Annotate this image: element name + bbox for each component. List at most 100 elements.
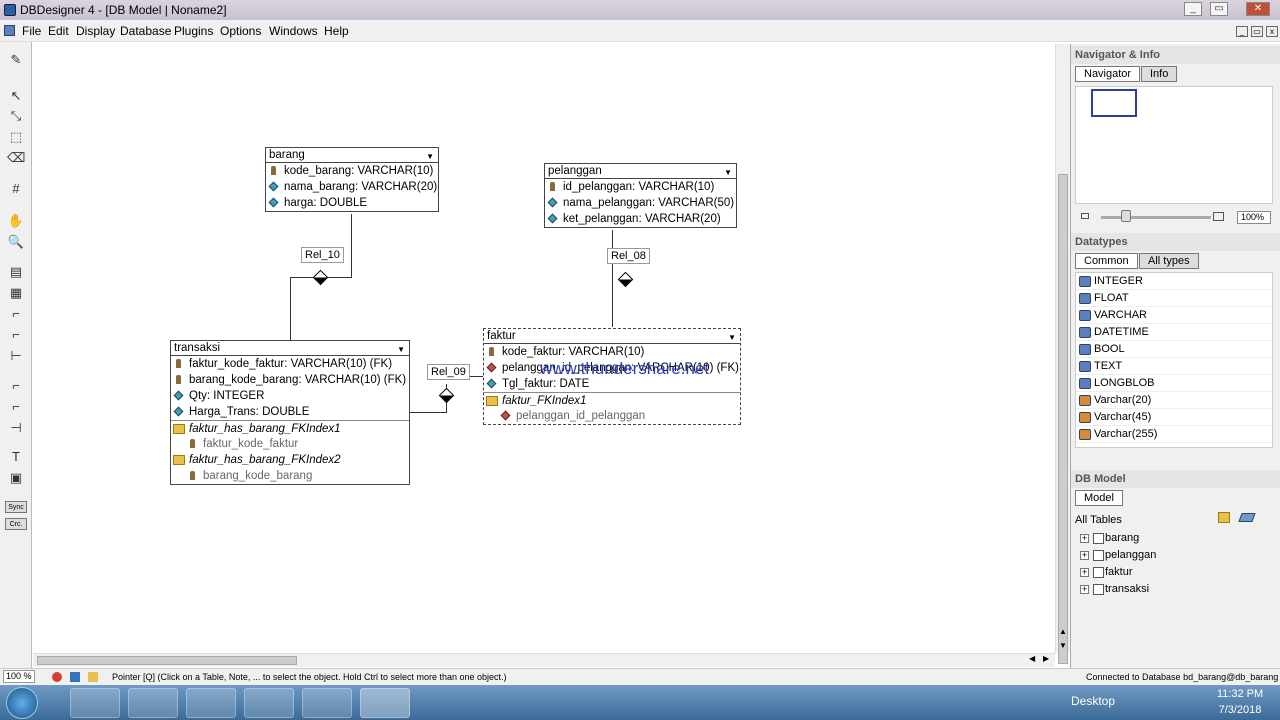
tab-model[interactable]: Model (1075, 490, 1123, 506)
new-table-icon[interactable]: ▤ (7, 264, 25, 280)
mdi-restore-button[interactable]: ▭ (1251, 26, 1263, 37)
mdi-minimize-button[interactable]: _ (1236, 26, 1248, 37)
index-row[interactable]: faktur_has_barang_FKIndex1 (171, 420, 409, 436)
scroll-left-icon[interactable]: ◀ (1029, 654, 1035, 663)
datatype-item[interactable]: INTEGER (1076, 273, 1272, 290)
media-player-taskbar-button[interactable] (70, 688, 120, 718)
vertical-scrollbar[interactable]: ▲ ▼ (1055, 44, 1070, 664)
sync-button[interactable]: Sync (5, 501, 27, 513)
start-button[interactable] (6, 687, 38, 719)
scroll-up-icon[interactable]: ▲ (1059, 627, 1067, 636)
stop-icon[interactable] (52, 672, 62, 682)
mysql-taskbar-button[interactable] (360, 688, 410, 718)
grid-icon[interactable]: # (7, 181, 25, 197)
index-column-row[interactable]: faktur_kode_faktur (171, 436, 409, 452)
datatype-item[interactable]: Varchar(255) (1076, 426, 1272, 443)
datatype-item[interactable]: VARCHAR (1076, 307, 1272, 324)
relation-nm-icon[interactable]: ⌐ (7, 378, 25, 394)
column-row[interactable]: kode_faktur: VARCHAR(10) (484, 344, 740, 360)
explorer-taskbar-button[interactable] (128, 688, 178, 718)
menu-options[interactable]: Options (220, 24, 261, 38)
rel10-diamond[interactable] (312, 269, 329, 286)
scroll-down-icon[interactable]: ▼ (1059, 641, 1067, 650)
zoom-in-icon[interactable] (1213, 212, 1224, 221)
column-row[interactable]: id_pelanggan: VARCHAR(10) (545, 179, 736, 195)
table-header[interactable]: faktur ▼ (484, 329, 740, 344)
relation-nm2-icon[interactable]: ⌐ (7, 399, 25, 415)
datatypes-list[interactable]: INTEGER FLOAT VARCHAR DATETIME BOOL TEXT LONGB… (1075, 272, 1273, 448)
column-row[interactable]: ket_pelanggan: VARCHAR(20) (545, 211, 736, 227)
model-tree-item[interactable]: + faktur (1071, 564, 1271, 581)
rel08-label[interactable]: Rel_08 (607, 248, 650, 264)
datatype-item[interactable]: FLOAT (1076, 290, 1272, 307)
scroll-right-icon[interactable]: ▶ (1043, 654, 1049, 663)
eraser-icon[interactable] (1238, 513, 1256, 522)
column-row[interactable]: nama_barang: VARCHAR(20) (266, 179, 438, 195)
clock-time[interactable]: 11:32 PM (1210, 688, 1270, 700)
tab-navigator[interactable]: Navigator (1075, 66, 1141, 82)
column-row[interactable]: faktur_kode_faktur: VARCHAR(10) (FK) (171, 356, 409, 372)
relation-link-icon[interactable]: ⊣ (7, 420, 25, 436)
column-row[interactable]: Qty: INTEGER (171, 388, 409, 404)
datatype-item[interactable]: DATETIME (1076, 324, 1272, 341)
dbdesigner-taskbar-button[interactable] (244, 688, 294, 718)
navigator-preview[interactable] (1075, 86, 1273, 204)
pointer-tool-icon[interactable]: ↖ (7, 88, 25, 104)
table-transaksi[interactable]: transaksi ▼ faktur_kode_faktur: VARCHAR(1… (170, 340, 410, 485)
table-header[interactable]: barang ▼ (266, 148, 438, 163)
table-header[interactable]: transaksi ▼ (171, 341, 409, 356)
menu-display[interactable]: Display (76, 24, 115, 38)
zoom-out-icon[interactable] (1081, 213, 1089, 219)
column-row[interactable]: Harga_Trans: DOUBLE (171, 404, 409, 420)
column-row[interactable]: nama_pelanggan: VARCHAR(50) (545, 195, 736, 211)
index-row[interactable]: faktur_has_barang_FKIndex2 (171, 452, 409, 468)
expand-icon[interactable]: + (1080, 585, 1089, 594)
datatype-item[interactable]: BOOL (1076, 341, 1272, 358)
tab-common[interactable]: Common (1075, 253, 1138, 269)
menu-windows[interactable]: Windows (269, 24, 318, 38)
menu-edit[interactable]: Edit (48, 24, 69, 38)
model-tree-item[interactable]: + barang (1071, 530, 1271, 547)
zoom-slider[interactable] (1101, 216, 1211, 219)
note-icon[interactable]: T (7, 449, 25, 465)
hand-icon[interactable]: ✋ (7, 213, 25, 229)
area-tool-icon[interactable]: ⬚ (7, 129, 25, 145)
status-zoom[interactable]: 100 % (3, 670, 35, 683)
index-column-row[interactable]: pelanggan_id_pelanggan (484, 408, 740, 424)
close-button[interactable]: ✕ (1246, 2, 1270, 16)
maximize-button[interactable]: ▭ (1210, 2, 1228, 16)
rel08-diamond[interactable] (617, 271, 634, 288)
dropdown-arrow-icon[interactable]: ▼ (397, 343, 405, 357)
dropdown-arrow-icon[interactable]: ▼ (724, 166, 732, 180)
notes-taskbar-button[interactable] (186, 688, 236, 718)
tab-info[interactable]: Info (1141, 66, 1178, 82)
crc-button[interactable]: Crc. (5, 518, 27, 530)
table-barang[interactable]: barang ▼ kode_barang: VARCHAR(10) nama_ba… (265, 147, 439, 212)
model-tree-item[interactable]: + pelanggan (1071, 547, 1271, 564)
image-icon[interactable]: ▣ (7, 470, 25, 486)
move-tool-icon[interactable]: ⤡ (7, 108, 25, 124)
column-row[interactable]: barang_kode_barang: VARCHAR(10) (FK) (171, 372, 409, 388)
relation-1n-icon[interactable]: ⌐ (7, 306, 25, 322)
horizontal-scrollbar[interactable]: ◀ ▶ (33, 653, 1055, 667)
datatype-item[interactable]: LONGBLOB (1076, 375, 1272, 392)
minimize-button[interactable]: _ (1184, 2, 1202, 16)
desktop-toolbar-label[interactable]: Desktop (1071, 694, 1115, 708)
dropdown-arrow-icon[interactable]: ▼ (728, 331, 736, 345)
zoom-slider-thumb[interactable] (1121, 210, 1131, 222)
column-row[interactable]: kode_barang: VARCHAR(10) (266, 163, 438, 179)
app-taskbar-button[interactable] (302, 688, 352, 718)
datatype-item[interactable]: TEXT (1076, 358, 1272, 375)
index-row[interactable]: faktur_FKIndex1 (484, 392, 740, 408)
scroll-thumb[interactable] (1058, 174, 1068, 664)
menu-database[interactable]: Database (120, 24, 171, 38)
expand-icon[interactable]: + (1080, 534, 1089, 543)
rel09-label[interactable]: Rel_09 (427, 364, 470, 380)
expand-icon[interactable]: + (1080, 568, 1089, 577)
menu-plugins[interactable]: Plugins (174, 24, 213, 38)
clock-date[interactable]: 7/3/2018 (1210, 704, 1270, 716)
column-row[interactable]: harga: DOUBLE (266, 195, 438, 211)
folder-open-icon[interactable] (88, 672, 98, 682)
index-column-row[interactable]: barang_kode_barang (171, 468, 409, 484)
mdi-close-button[interactable]: x (1266, 26, 1278, 37)
